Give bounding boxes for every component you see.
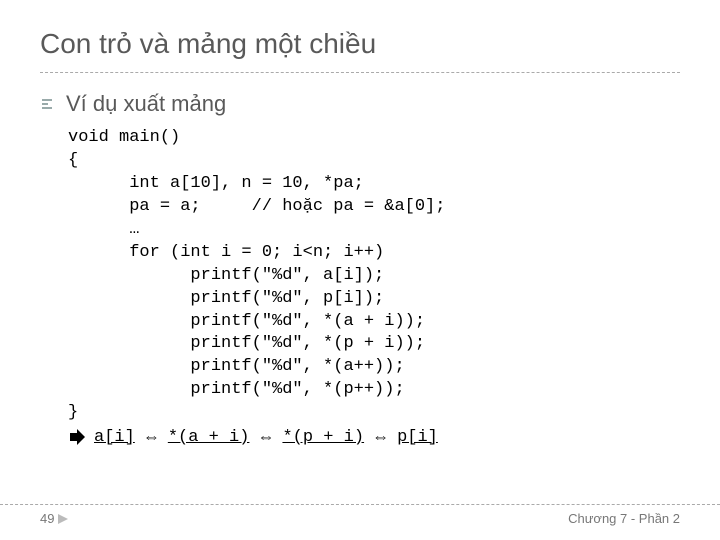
summary-p2: *(a + i) <box>168 428 250 447</box>
equiv-icon: ⇔ <box>257 427 274 447</box>
summary-row: a[i] ⇔ *(a + i) ⇔ *(p + i) ⇔ p[i] <box>68 427 680 447</box>
arrow-right-icon <box>68 428 86 446</box>
triangle-icon <box>58 514 68 524</box>
summary-p4: p[i] <box>397 428 438 447</box>
footer-chapter: Chương 7 - Phần 2 <box>568 511 680 526</box>
equiv-icon: ⇔ <box>372 427 389 447</box>
summary-p1: a[i] <box>94 428 135 447</box>
subtitle-row: Ví dụ xuất mảng <box>40 91 680 117</box>
footer: 49 Chương 7 - Phần 2 <box>0 504 720 526</box>
summary-p3: *(p + i) <box>282 428 364 447</box>
bullet-icon <box>40 96 56 112</box>
footer-left: 49 <box>40 511 68 526</box>
code-block: void main() { int a[10], n = 10, *pa; pa… <box>68 127 680 425</box>
equiv-icon: ⇔ <box>143 427 160 447</box>
slide-title: Con trỏ và mảng một chiều <box>40 28 680 73</box>
page-number: 49 <box>40 511 54 526</box>
slide-subtitle: Ví dụ xuất mảng <box>66 91 226 117</box>
